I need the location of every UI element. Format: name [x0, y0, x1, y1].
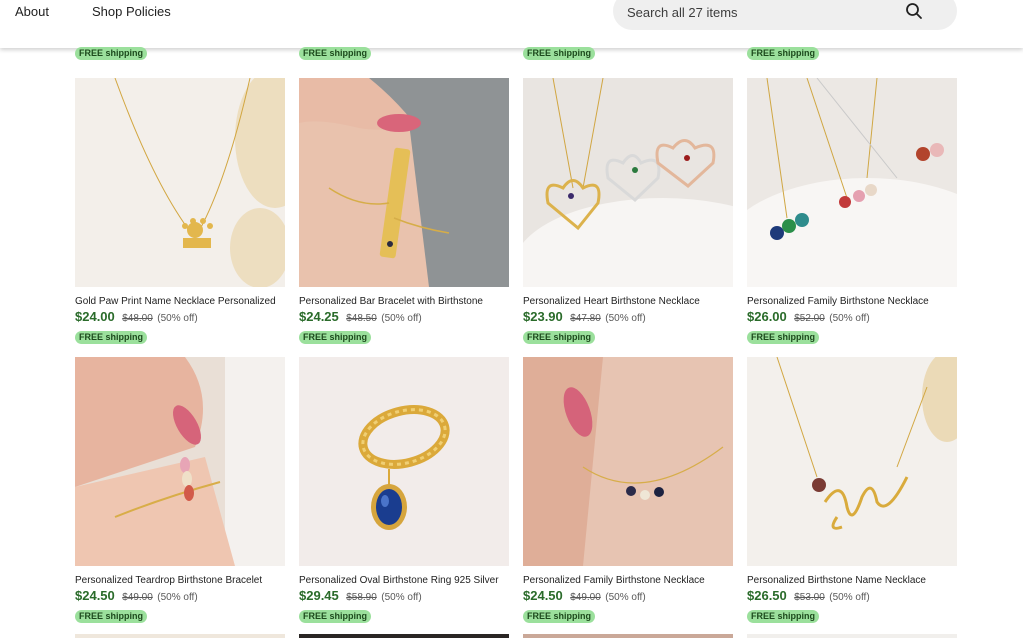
listing-title[interactable]: Personalized Family Birthstone Necklace: [747, 295, 957, 308]
original-price: $49.00: [570, 592, 601, 603]
search-icon: [906, 3, 922, 19]
discount-label: (50% off): [381, 592, 422, 603]
listing-image[interactable]: [523, 357, 733, 566]
price-row: $24.25 $48.50 (50% off): [299, 309, 509, 327]
free-shipping-badge: FREE shipping: [747, 47, 819, 60]
nav-about-link[interactable]: About: [15, 4, 49, 19]
original-price: $52.00: [794, 313, 825, 324]
listing-image[interactable]: [747, 78, 957, 287]
original-price: $53.00: [794, 592, 825, 603]
listing-title[interactable]: Personalized Bar Bracelet with Birthston…: [299, 295, 509, 308]
free-shipping-badge: FREE shipping: [75, 47, 147, 60]
listing-image[interactable]: [75, 634, 285, 638]
listing-image[interactable]: [299, 634, 509, 638]
listing-card[interactable]: Personalized Bar Bracelet with Birthston…: [299, 78, 509, 345]
listing-image[interactable]: [747, 357, 957, 566]
price-row: $26.50 $53.00 (50% off): [747, 588, 957, 606]
free-shipping-badge: FREE shipping: [75, 610, 147, 623]
listing-price: $24.25: [299, 309, 339, 324]
search-button[interactable]: [900, 0, 928, 24]
listing-price: $24.00: [75, 309, 115, 324]
price-row: $24.50 $49.00 (50% off): [75, 588, 285, 606]
price-row: $26.00 $52.00 (50% off): [747, 309, 957, 327]
discount-label: (50% off): [829, 313, 870, 324]
listing-image[interactable]: [75, 78, 285, 287]
discount-label: (50% off): [157, 313, 198, 324]
listing-price: $26.50: [747, 588, 787, 603]
listing-price: $24.50: [75, 588, 115, 603]
listing-image[interactable]: [523, 78, 733, 287]
listing-title[interactable]: Personalized Family Birthstone Necklace: [523, 574, 733, 587]
free-shipping-badge: FREE shipping: [75, 331, 147, 344]
listing-card[interactable]: Personalized Family Birthstone Necklace …: [747, 78, 957, 345]
listing-title[interactable]: Personalized Heart Birthstone Necklace: [523, 295, 733, 308]
discount-label: (50% off): [605, 313, 646, 324]
original-price: $49.00: [122, 592, 153, 603]
listing-card[interactable]: Personalized Teardrop Birthstone Bracele…: [75, 357, 285, 624]
original-price: $58.90: [346, 592, 377, 603]
listing-price: $29.45: [299, 588, 339, 603]
price-row: $24.00 $48.00 (50% off): [75, 309, 285, 327]
listing-card[interactable]: Personalized Heart Birthstone Necklace $…: [523, 78, 733, 345]
discount-label: (50% off): [381, 313, 422, 324]
original-price: $48.00: [122, 313, 153, 324]
free-shipping-badge: FREE shipping: [523, 610, 595, 623]
listing-title[interactable]: Gold Paw Print Name Necklace Personalize…: [75, 295, 285, 308]
listing-title[interactable]: Personalized Birthstone Name Necklace: [747, 574, 957, 587]
listing-image[interactable]: [75, 357, 285, 566]
listing-price: $23.90: [523, 309, 563, 324]
free-shipping-badge: FREE shipping: [299, 47, 371, 60]
free-shipping-badge: FREE shipping: [299, 610, 371, 623]
shop-header: About Shop Policies: [0, 0, 1023, 48]
discount-label: (50% off): [605, 592, 646, 603]
listing-price: $26.00: [747, 309, 787, 324]
free-shipping-badge: FREE shipping: [747, 331, 819, 344]
price-row: $23.90 $47.80 (50% off): [523, 309, 733, 327]
discount-label: (50% off): [157, 592, 198, 603]
search-input[interactable]: [627, 2, 897, 22]
shop-search: [613, 0, 957, 30]
free-shipping-badge: FREE shipping: [523, 47, 595, 60]
listing-image[interactable]: [299, 78, 509, 287]
price-row: $24.50 $49.00 (50% off): [523, 588, 733, 606]
nav-shop-policies-link[interactable]: Shop Policies: [92, 4, 171, 19]
listing-image[interactable]: [299, 357, 509, 566]
discount-label: (50% off): [829, 592, 870, 603]
listing-card[interactable]: Personalized Birthstone Name Necklace $2…: [747, 357, 957, 624]
original-price: $47.80: [570, 313, 601, 324]
listing-image[interactable]: [523, 634, 733, 638]
listing-price: $24.50: [523, 588, 563, 603]
listing-image[interactable]: [747, 634, 957, 638]
original-price: $48.50: [346, 313, 377, 324]
listing-card[interactable]: Personalized Family Birthstone Necklace …: [523, 357, 733, 624]
free-shipping-badge: FREE shipping: [523, 331, 595, 344]
listing-title[interactable]: Personalized Oval Birthstone Ring 925 Si…: [299, 574, 509, 587]
free-shipping-badge: FREE shipping: [299, 331, 371, 344]
price-row: $29.45 $58.90 (50% off): [299, 588, 509, 606]
listing-title[interactable]: Personalized Teardrop Birthstone Bracele…: [75, 574, 285, 587]
listing-card[interactable]: Personalized Oval Birthstone Ring 925 Si…: [299, 357, 509, 624]
free-shipping-badge: FREE shipping: [747, 610, 819, 623]
listing-card[interactable]: Gold Paw Print Name Necklace Personalize…: [75, 78, 285, 345]
